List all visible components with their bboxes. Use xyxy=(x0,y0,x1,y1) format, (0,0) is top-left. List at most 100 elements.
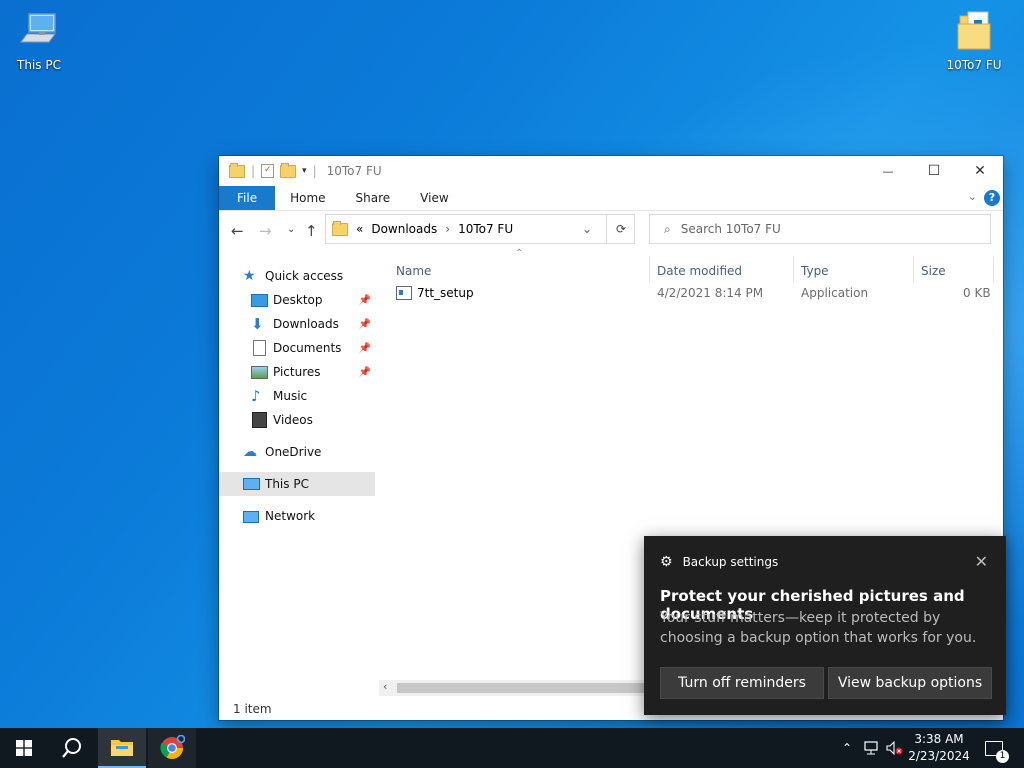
nav-documents[interactable]: Documents 📌 xyxy=(251,336,375,360)
windows-logo-icon xyxy=(16,740,32,756)
maximize-button[interactable]: ☐ xyxy=(911,156,957,186)
search-icon: ⌕ xyxy=(664,221,671,236)
view-backup-options-button[interactable]: View backup options xyxy=(828,667,992,699)
turn-off-reminders-button[interactable]: Turn off reminders xyxy=(660,667,824,699)
help-icon[interactable]: ? xyxy=(984,190,1000,206)
chrome-icon xyxy=(160,735,185,759)
music-note-icon: ♪ xyxy=(251,387,261,405)
close-icon[interactable]: ✕ xyxy=(975,552,988,571)
toast-body: Your stuff matters—keep it protected by … xyxy=(660,610,977,646)
backup-toast-notification[interactable]: ⚙ Backup settings ✕ Protect your cherish… xyxy=(644,536,1006,715)
document-icon xyxy=(251,340,267,356)
search-input[interactable]: ⌕ Search 10To7 FU xyxy=(649,214,991,244)
nav-label: OneDrive xyxy=(265,445,322,459)
breadcrumb-downloads[interactable]: Downloads xyxy=(371,222,437,236)
back-button[interactable]: ← xyxy=(231,222,244,240)
nav-this-pc[interactable]: This PC xyxy=(219,472,375,496)
navigation-pane: ★ Quick access Desktop 📌 ⬇ Downloads 📌 D… xyxy=(219,252,377,698)
customize-toolbar-icon[interactable]: ▾ xyxy=(302,166,307,176)
file-type: Application xyxy=(801,286,869,300)
file-explorer-taskbar-button[interactable] xyxy=(98,728,146,768)
nav-label: Pictures xyxy=(273,365,321,379)
quick-access-toolbar: | ✓ ▾ | xyxy=(219,162,317,178)
download-arrow-icon: ⬇ xyxy=(251,315,264,333)
pin-icon[interactable]: 📌 xyxy=(359,295,371,306)
scrollbar-thumb[interactable] xyxy=(397,683,657,693)
nav-network[interactable]: Network xyxy=(243,504,399,528)
clock-time: 3:38 AM xyxy=(914,732,964,746)
properties-icon[interactable]: ✓ xyxy=(261,164,275,178)
clock[interactable]: 3:38 AM 2/23/2024 xyxy=(906,728,972,768)
computer-icon xyxy=(15,8,63,56)
pin-icon[interactable]: 📌 xyxy=(359,367,371,378)
separator: | xyxy=(251,164,256,178)
table-row[interactable]: 7tt_setup 4/2/2021 8:14 PM Application 0… xyxy=(379,282,1003,304)
desktop-icon-10to7-fu[interactable]: 10To7 FU xyxy=(938,8,1010,72)
column-header-date-modified[interactable]: Date modified xyxy=(657,264,742,278)
picture-icon xyxy=(251,364,268,380)
chrome-taskbar-button[interactable] xyxy=(148,728,196,768)
column-header-size[interactable]: Size xyxy=(921,264,946,278)
title-bar[interactable]: | ✓ ▾ | 10To7 FU — ☐ ✕ xyxy=(219,156,1003,186)
nav-desktop[interactable]: Desktop 📌 xyxy=(251,288,375,312)
sort-up-icon: ⌃ xyxy=(515,248,524,259)
column-divider[interactable] xyxy=(993,256,994,282)
address-overflow[interactable]: « xyxy=(356,222,363,236)
volume-muted-icon[interactable] xyxy=(884,728,906,768)
breadcrumb-10to7-fu[interactable]: 10To7 FU xyxy=(458,222,513,236)
close-button[interactable]: ✕ xyxy=(957,156,1003,186)
nav-quick-access[interactable]: ★ Quick access xyxy=(243,264,399,288)
tab-file[interactable]: File xyxy=(219,186,276,210)
file-name[interactable]: 7tt_setup xyxy=(417,286,474,300)
nav-pictures[interactable]: Pictures 📌 xyxy=(251,360,375,384)
address-dropdown-icon[interactable]: ⌄ xyxy=(582,222,592,236)
search-icon xyxy=(62,738,81,758)
folder-icon xyxy=(950,8,998,56)
tab-home[interactable]: Home xyxy=(275,186,340,210)
tab-view[interactable]: View xyxy=(405,186,463,210)
column-divider[interactable] xyxy=(649,256,650,282)
tab-share[interactable]: Share xyxy=(341,186,406,210)
up-button[interactable]: ↑ xyxy=(305,222,318,240)
separator: | xyxy=(312,164,317,178)
toast-header: ⚙ Backup settings xyxy=(660,554,778,570)
chevron-right-icon: › xyxy=(445,222,451,236)
network-status-icon[interactable] xyxy=(860,728,882,768)
recent-locations-dropdown[interactable]: ⌄ xyxy=(287,224,295,235)
scroll-left-icon[interactable]: ‹ xyxy=(383,680,387,693)
nav-music[interactable]: ♪ Music xyxy=(251,384,375,408)
pin-icon[interactable]: 📌 xyxy=(359,343,371,354)
nav-downloads[interactable]: ⬇ Downloads 📌 xyxy=(251,312,375,336)
pin-icon[interactable]: 📌 xyxy=(359,319,371,330)
desktop-icon-label: This PC xyxy=(17,58,61,72)
nav-label: Documents xyxy=(273,341,342,355)
nav-onedrive[interactable]: ☁ OneDrive xyxy=(243,440,399,464)
address-bar[interactable]: « Downloads › 10To7 FU ⌄ ⟳ xyxy=(325,214,635,244)
column-divider[interactable] xyxy=(913,256,914,282)
column-header-type[interactable]: Type xyxy=(801,264,829,278)
clock-date: 2/23/2024 xyxy=(908,749,970,763)
new-folder-icon[interactable] xyxy=(280,162,297,178)
minimize-button[interactable]: — xyxy=(865,156,911,186)
nav-label: Quick access xyxy=(265,269,344,283)
expand-ribbon-icon[interactable]: ⌄ xyxy=(968,190,977,203)
nav-label: Videos xyxy=(273,413,313,427)
refresh-button[interactable]: ⟳ xyxy=(606,215,635,243)
column-header-name[interactable]: Name xyxy=(396,264,431,278)
action-center-button[interactable]: 1 xyxy=(976,728,1012,768)
search-placeholder: Search 10To7 FU xyxy=(680,222,781,236)
nav-label: This PC xyxy=(265,477,309,491)
nav-videos[interactable]: Videos xyxy=(251,408,375,432)
forward-button[interactable]: → xyxy=(259,222,272,240)
desktop-icon-label: 10To7 FU xyxy=(946,58,1002,72)
start-button[interactable] xyxy=(0,728,48,768)
search-button[interactable] xyxy=(48,728,96,768)
film-icon xyxy=(251,412,267,428)
gear-icon: ⚙ xyxy=(660,554,673,570)
desktop-icon-this-pc[interactable]: This PC xyxy=(3,8,75,72)
nav-label: Network xyxy=(265,509,316,523)
folder-icon xyxy=(332,220,348,236)
show-hidden-icons-button[interactable]: ⌃ xyxy=(838,728,856,768)
column-divider[interactable] xyxy=(793,256,794,282)
folder-icon xyxy=(111,740,133,756)
